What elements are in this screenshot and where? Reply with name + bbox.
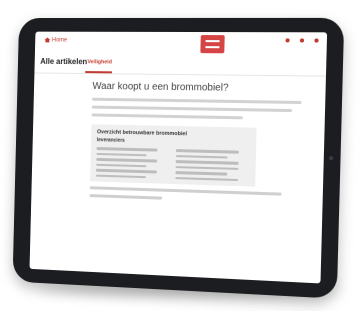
paragraph-line — [92, 98, 302, 104]
closing-text — [90, 186, 309, 205]
supplier-list-subtitle: leveranciers — [97, 137, 250, 147]
closing-line — [90, 194, 162, 200]
stage: Home Alle artikelen Veiligheid Waar koop… — [0, 0, 362, 311]
supplier-item[interactable] — [96, 174, 146, 178]
utility-item-2[interactable] — [300, 38, 306, 42]
supplier-item[interactable] — [96, 163, 146, 167]
page-title: Waar koopt u een brommobiel? — [92, 81, 311, 95]
supplier-item[interactable] — [175, 177, 238, 181]
supplier-item[interactable] — [96, 169, 157, 173]
tablet-device: Home Alle artikelen Veiligheid Waar koop… — [13, 18, 345, 299]
home-link-label: Home — [52, 38, 67, 44]
nav-all-articles[interactable]: Alle artikelen — [40, 57, 87, 66]
utility-1-icon — [285, 38, 289, 42]
utility-bar — [285, 38, 320, 42]
article-content: Waar koopt u een brommobiel? Overzicht b… — [88, 81, 311, 275]
home-icon — [45, 38, 51, 43]
tablet-screen: Home Alle artikelen Veiligheid Waar koop… — [30, 32, 328, 284]
supplier-list-grid — [96, 147, 250, 181]
supplier-item[interactable] — [96, 158, 157, 162]
utility-item-3[interactable] — [314, 38, 320, 42]
supplier-item[interactable] — [175, 171, 227, 175]
utility-item-1[interactable] — [285, 38, 291, 42]
main-nav: Alle artikelen Veiligheid — [34, 53, 326, 76]
nav-tab-1[interactable]: Veiligheid — [87, 59, 112, 65]
home-link[interactable]: Home — [44, 38, 67, 44]
supplier-item[interactable] — [176, 155, 228, 159]
paragraph-line — [92, 106, 292, 112]
site-header: Home Alle artikelen Veiligheid — [34, 32, 327, 77]
supplier-item[interactable] — [176, 166, 239, 170]
supplier-item[interactable] — [96, 152, 146, 156]
logo-mark — [205, 40, 219, 48]
site-logo[interactable] — [200, 35, 224, 53]
utility-3-icon — [314, 38, 318, 42]
supplier-list-box: Overzicht betrouwbare brommobiel leveran… — [90, 124, 257, 186]
supplier-item[interactable] — [176, 149, 239, 153]
active-tab-indicator — [85, 71, 112, 73]
utility-2-icon — [300, 38, 304, 42]
supplier-item[interactable] — [176, 160, 239, 164]
supplier-item[interactable] — [97, 147, 158, 151]
paragraph-line — [92, 113, 243, 119]
